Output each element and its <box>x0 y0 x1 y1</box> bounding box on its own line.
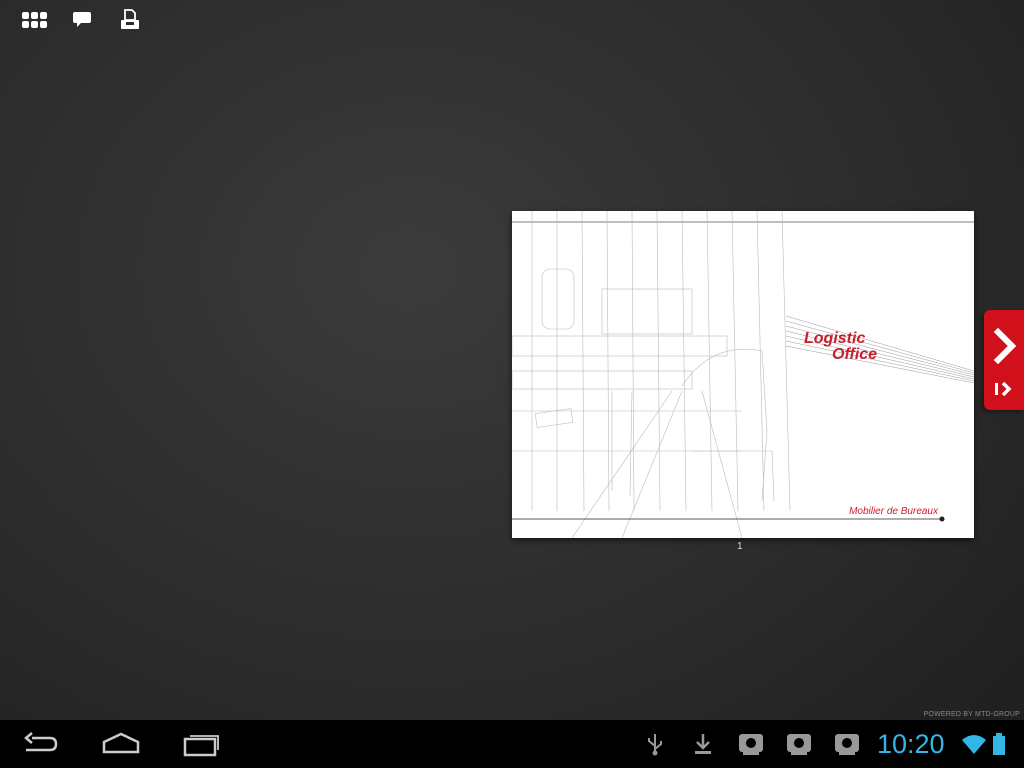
chevron-right-icon[interactable] <box>992 327 1018 365</box>
document-subtitle: Mobilier de Bureaux <box>849 506 938 517</box>
system-navigation-bar: 10:20 <box>0 720 1024 768</box>
battery-icon[interactable] <box>992 732 1006 756</box>
page-navigation-tab <box>984 310 1024 410</box>
status-clock[interactable]: 10:20 <box>877 728 945 760</box>
skip-to-end-icon[interactable] <box>994 380 1016 398</box>
recent-apps-icon[interactable] <box>181 730 221 758</box>
home-icon[interactable] <box>101 730 141 758</box>
app-notification-icon[interactable] <box>833 732 861 756</box>
brand-logo-line1: Logistic <box>804 330 866 347</box>
page-number: 1 <box>737 541 743 552</box>
document-page[interactable]: Logistic Office Mobilier de Bureaux <box>512 211 974 538</box>
wifi-icon[interactable] <box>961 732 987 756</box>
usb-icon[interactable] <box>644 732 666 756</box>
brand-logo-line2: Office <box>832 346 878 363</box>
powered-by-label: POWERED BY MTD-GROUP <box>923 711 1020 718</box>
back-icon[interactable] <box>22 730 60 758</box>
top-toolbar <box>18 8 146 32</box>
app-notification-icon[interactable] <box>737 732 765 756</box>
download-icon[interactable] <box>692 732 714 756</box>
print-icon[interactable] <box>114 8 146 32</box>
app-notification-icon[interactable] <box>785 732 813 756</box>
grid-menu-icon[interactable] <box>18 8 50 32</box>
comment-icon[interactable] <box>66 8 98 32</box>
page-illustration <box>512 211 974 538</box>
